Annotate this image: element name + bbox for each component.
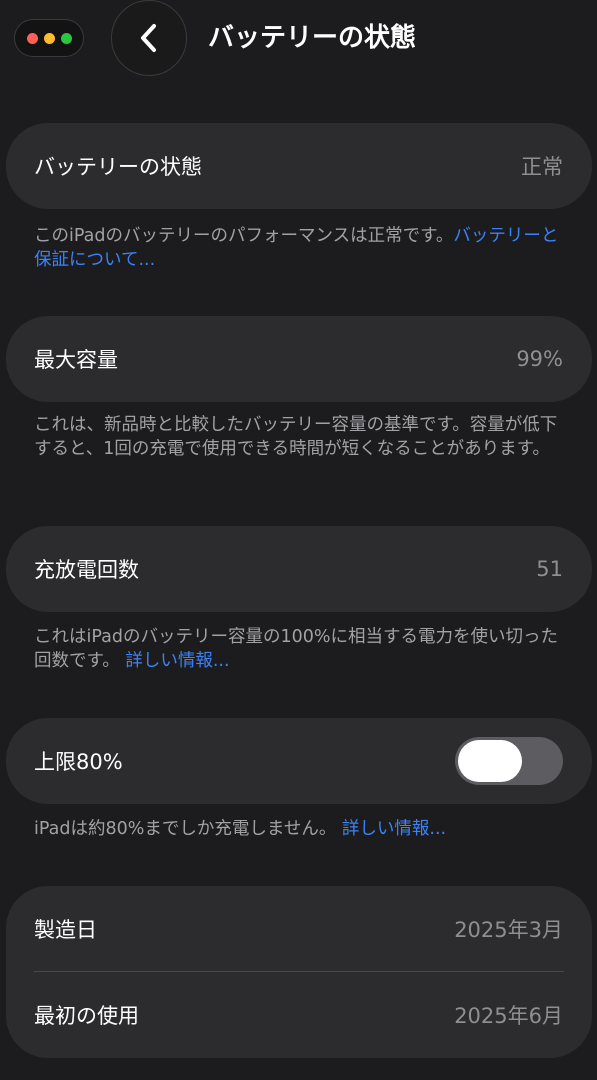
max-capacity-card: 最大容量 99% xyxy=(6,316,592,402)
cycle-count-label: 充放電回数 xyxy=(34,558,139,582)
max-capacity-footnote: これは、新品時と比較したバッテリー容量の基準です。容量が低下すると、1回の充電で… xyxy=(34,413,569,461)
battery-health-footnote-text: このiPadのバッテリーのパフォーマンスは正常です。 xyxy=(34,226,454,246)
max-capacity-value: 99% xyxy=(516,347,563,371)
charge-limit-toggle[interactable] xyxy=(455,737,563,785)
dates-card: 製造日 2025年3月 最初の使用 2025年6月 xyxy=(6,886,592,1058)
battery-health-card: バッテリーの状態 正常 xyxy=(6,123,592,209)
charge-limit-learn-more-link[interactable]: 詳しい情報... xyxy=(342,819,446,839)
first-use-value: 2025年6月 xyxy=(454,1004,563,1028)
first-use-label: 最初の使用 xyxy=(34,1004,139,1028)
close-window-dot[interactable] xyxy=(26,32,38,44)
battery-health-label: バッテリーの状態 xyxy=(34,155,202,179)
minimize-window-dot[interactable] xyxy=(43,32,55,44)
maximize-window-dot[interactable] xyxy=(60,32,72,44)
back-button[interactable] xyxy=(111,0,187,76)
manufacture-date-value: 2025年3月 xyxy=(454,918,563,942)
cycle-count-footnote-text: これはiPadのバッテリー容量の100%に相当する電力を使い切った回数です。 xyxy=(34,627,558,671)
max-capacity-label: 最大容量 xyxy=(34,348,118,372)
toggle-knob xyxy=(458,740,522,782)
cycle-count-footnote: これはiPadのバッテリー容量の100%に相当する電力を使い切った回数です。 詳… xyxy=(34,625,569,673)
charge-limit-footnote-text: iPadは約80%までしか充電しません。 xyxy=(34,819,337,839)
page-title: バッテリーの状態 xyxy=(208,23,417,53)
charge-limit-footnote: iPadは約80%までしか充電しません。 詳しい情報... xyxy=(34,817,569,841)
navigation-header: バッテリーの状態 xyxy=(0,0,597,80)
cycle-count-row: 充放電回数 51 xyxy=(6,526,592,612)
manufacture-date-row: 製造日 2025年3月 xyxy=(6,886,592,972)
battery-health-footnote: このiPadのバッテリーのパフォーマンスは正常です。バッテリーと保証について..… xyxy=(34,224,569,272)
max-capacity-footnote-text: これは、新品時と比較したバッテリー容量の基準です。容量が低下すると、1回の充電で… xyxy=(34,415,558,459)
first-use-row: 最初の使用 2025年6月 xyxy=(6,972,592,1058)
chevron-left-icon xyxy=(141,24,156,52)
cycle-count-learn-more-link[interactable]: 詳しい情報... xyxy=(125,651,229,671)
charge-limit-card: 上限80% xyxy=(6,718,592,804)
cycle-count-value: 51 xyxy=(536,557,563,581)
manufacture-date-label: 製造日 xyxy=(34,918,97,942)
cycle-count-card: 充放電回数 51 xyxy=(6,526,592,612)
window-controls[interactable] xyxy=(14,19,84,57)
battery-health-row[interactable]: バッテリーの状態 正常 xyxy=(6,123,592,209)
max-capacity-row: 最大容量 99% xyxy=(6,316,592,402)
charge-limit-label: 上限80% xyxy=(34,750,123,774)
battery-health-value: 正常 xyxy=(521,155,563,179)
charge-limit-row: 上限80% xyxy=(6,718,592,804)
